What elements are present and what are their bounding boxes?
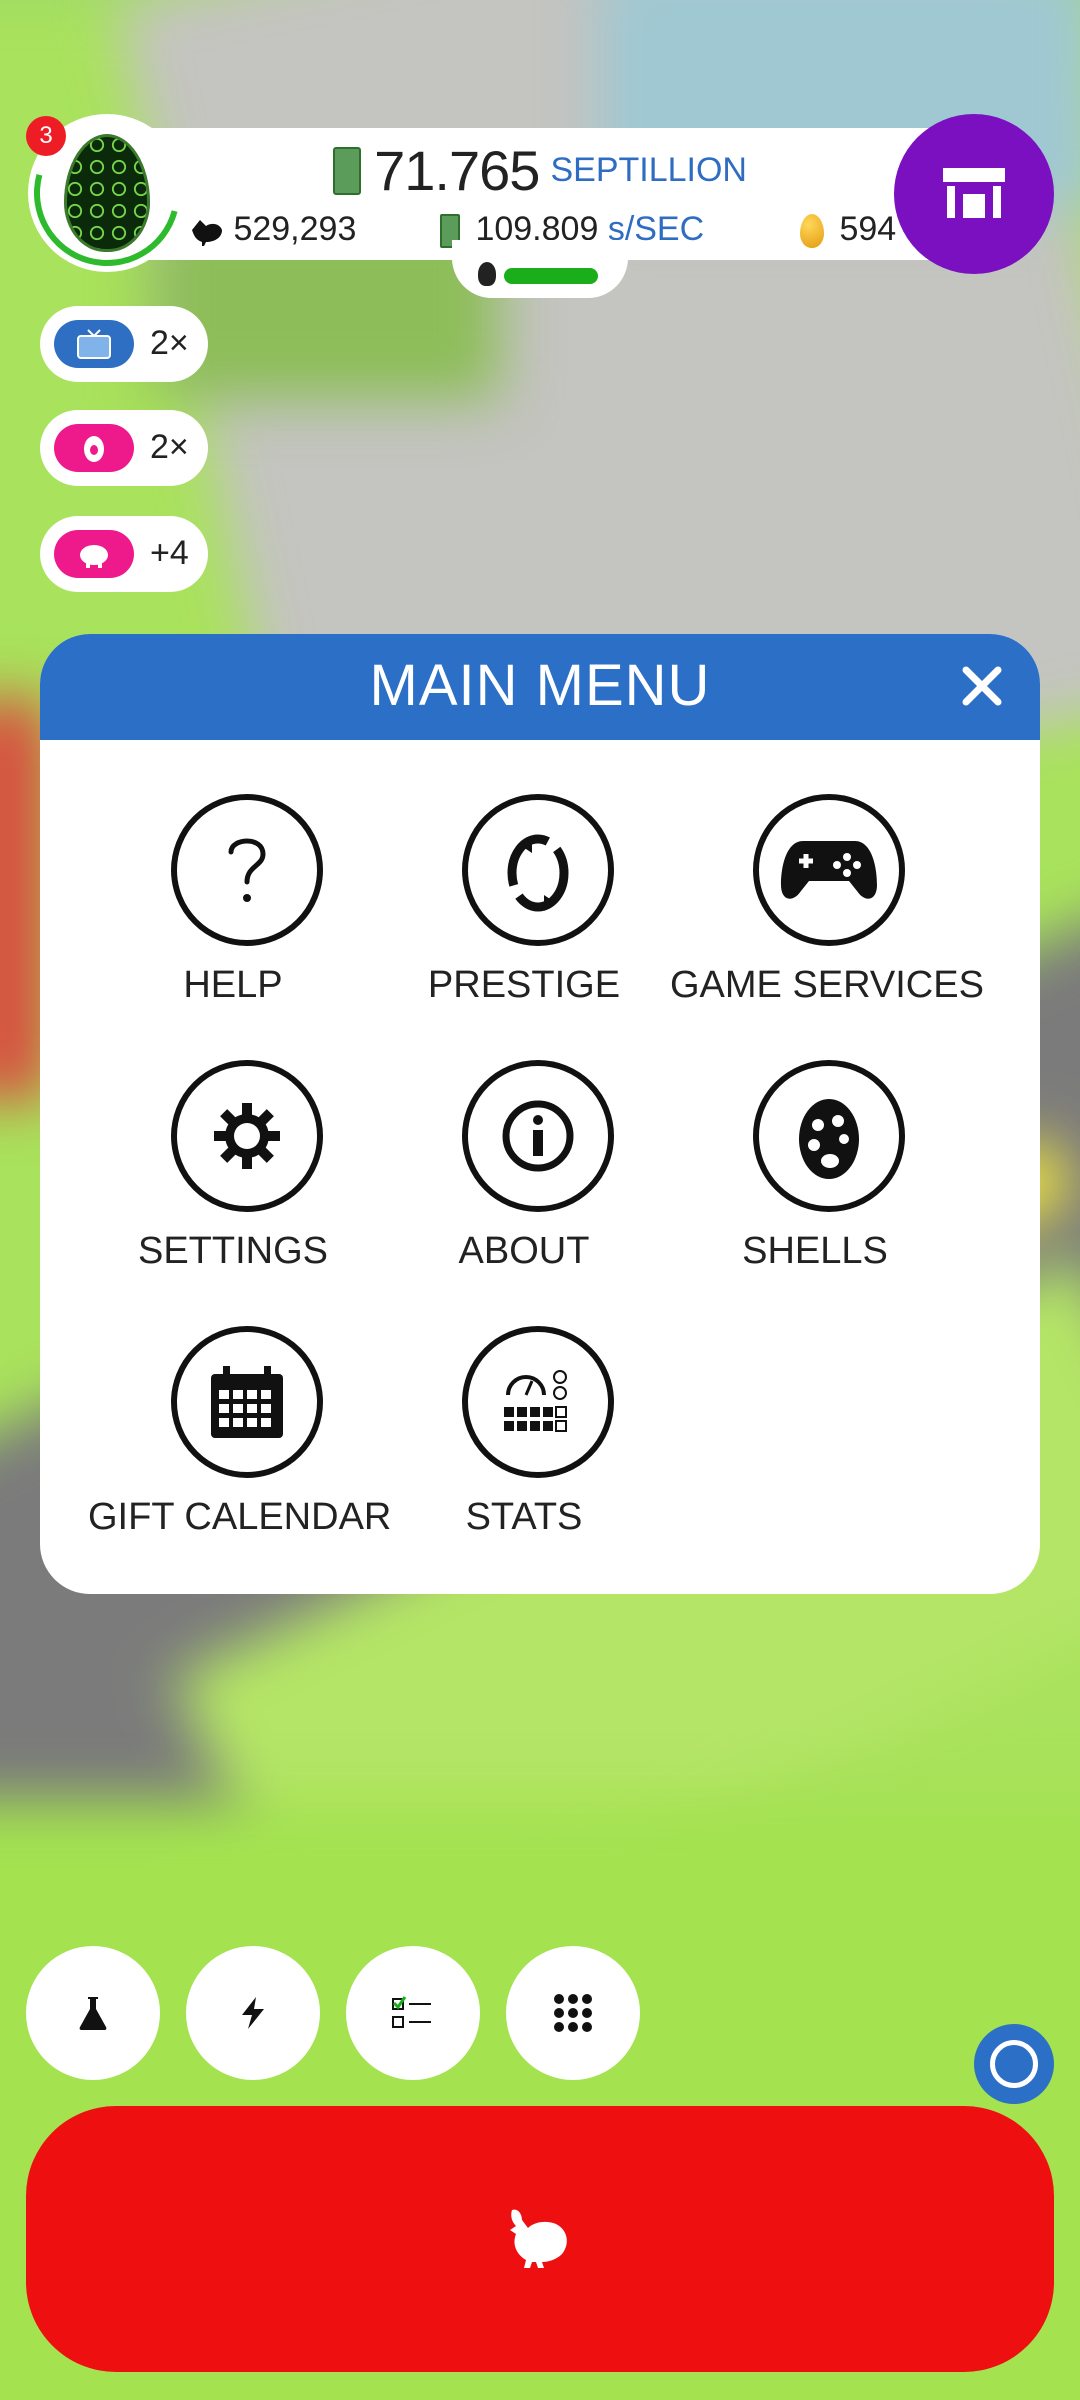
tv-icon: [77, 329, 111, 359]
hatch-chicken-button[interactable]: [26, 2106, 1054, 2372]
chicken-count-value: 529,293: [233, 210, 357, 248]
boost-button[interactable]: [186, 1946, 320, 2080]
menu-item-label: SETTINGS: [137, 1230, 329, 1272]
checklist-icon: [392, 1996, 431, 2028]
menu-item-label: SHELLS: [742, 1230, 888, 1272]
egg-boost-pill[interactable]: 2×: [40, 410, 208, 486]
menu-item-prestige[interactable]: PRESTIGE: [379, 794, 669, 1034]
chicken-icon: [510, 2209, 567, 2268]
money-unit: SEPTILLION: [550, 151, 747, 189]
main-menu-dialog: MAIN MENU HELP PRESTIGE GAME SERVICES SE…: [40, 634, 1040, 1594]
question-icon: [228, 838, 266, 902]
circle-icon: [990, 2040, 1038, 2088]
shells-button[interactable]: [753, 1060, 905, 1212]
money-icon: [333, 146, 361, 195]
gamepad-icon: [781, 841, 877, 899]
settings-button[interactable]: [171, 1060, 323, 1212]
golden-egg-icon: [800, 214, 824, 249]
calendar-icon: [211, 1366, 283, 1438]
stats-button[interactable]: [462, 1326, 614, 1478]
menu-item-settings[interactable]: SETTINGS: [88, 1060, 378, 1300]
video-boost-pill[interactable]: 2×: [40, 306, 208, 382]
menu-item-shells[interactable]: SHELLS: [670, 1060, 960, 1300]
menu-item-label: STATS: [465, 1496, 583, 1538]
menu-item-help[interactable]: HELP: [88, 794, 378, 1034]
chicken-count: 529,293: [190, 210, 356, 249]
notification-badge: 3: [26, 116, 66, 156]
piggy-boost-pill[interactable]: +4: [40, 516, 208, 592]
chicken-icon: [192, 220, 222, 247]
boost-label: 2×: [150, 428, 189, 466]
menu-item-label: GAME SERVICES: [670, 964, 984, 1006]
golden-eggs-value: 594: [839, 210, 897, 248]
more-button[interactable]: [506, 1946, 640, 2080]
main-menu-title: MAIN MENU: [369, 653, 711, 718]
piggy-tag: [54, 530, 134, 578]
prestige-cycle-icon: [507, 834, 569, 912]
chick-icon: [478, 262, 496, 286]
lightning-icon: [242, 1997, 264, 2029]
missions-button[interactable]: [346, 1946, 480, 2080]
main-menu-header: MAIN MENU: [40, 634, 1040, 740]
progress-bar: [504, 268, 598, 284]
flask-icon: [79, 1997, 107, 2030]
floating-circle-button[interactable]: [974, 2024, 1054, 2104]
egg-icon: [84, 436, 104, 462]
gear-icon: [214, 1103, 280, 1169]
about-button[interactable]: [462, 1060, 614, 1212]
menu-item-game-services[interactable]: GAME SERVICES: [670, 794, 984, 1034]
tv-tag: [54, 320, 134, 368]
piggy-bank-icon: [80, 545, 108, 568]
menu-item-label: GIFT CALENDAR: [88, 1496, 392, 1538]
palette-egg-icon: [799, 1099, 859, 1179]
menu-item-label: HELP: [183, 964, 283, 1006]
stats-icon: [504, 1370, 567, 1432]
gift-calendar-button[interactable]: [171, 1326, 323, 1478]
boost-label: +4: [150, 534, 189, 572]
money-value: 71.765: [374, 139, 540, 202]
prestige-button[interactable]: [462, 794, 614, 946]
money-display: 71.765 SEPTILLION: [130, 138, 950, 203]
menu-item-label: ABOUT: [458, 1230, 590, 1272]
boost-label: 2×: [150, 324, 189, 362]
shop-icon: [943, 168, 1005, 218]
golden-eggs: 594: [800, 210, 896, 249]
research-button[interactable]: [26, 1946, 160, 2080]
help-button[interactable]: [171, 794, 323, 946]
menu-item-gift-calendar[interactable]: GIFT CALENDAR: [88, 1326, 392, 1566]
game-services-button[interactable]: [753, 794, 905, 946]
shop-button[interactable]: [894, 114, 1054, 274]
egg-tag: [54, 424, 134, 472]
menu-item-label: PRESTIGE: [427, 964, 621, 1006]
info-icon: [502, 1100, 574, 1172]
close-icon[interactable]: [960, 664, 1004, 708]
grid-icon: [554, 1994, 592, 2032]
chicken-progress: [452, 240, 628, 298]
menu-item-about[interactable]: ABOUT: [379, 1060, 669, 1300]
menu-item-stats[interactable]: STATS: [379, 1326, 669, 1566]
